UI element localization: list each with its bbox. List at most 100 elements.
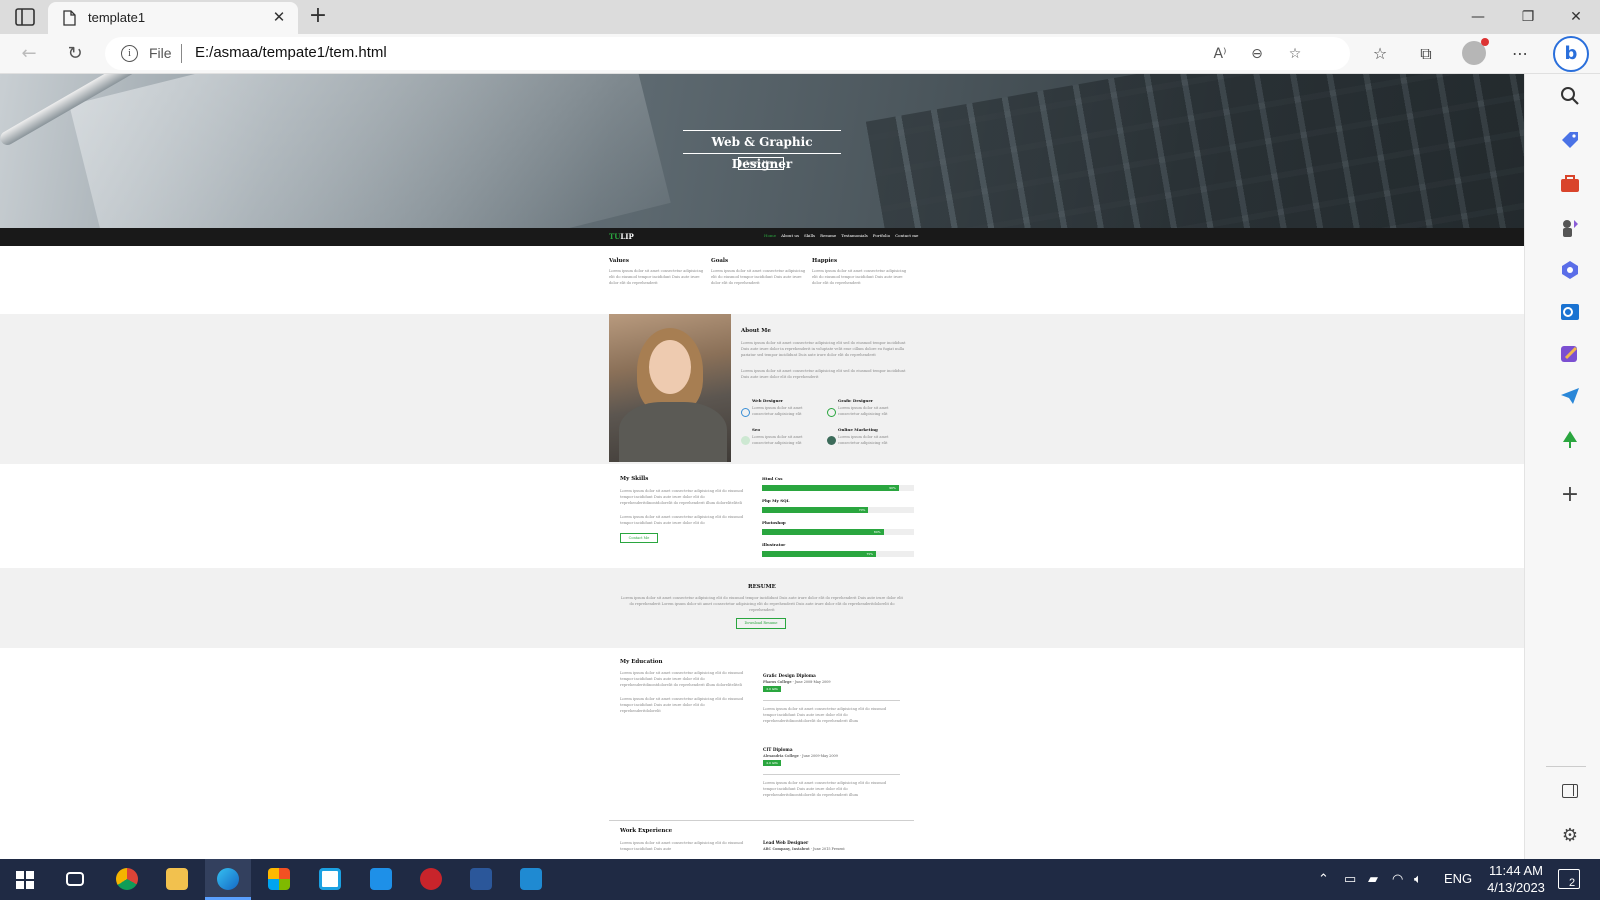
shopping-tag-icon[interactable] [1558, 128, 1582, 152]
add-favorite-icon[interactable]: ☆ [1285, 44, 1305, 64]
edu-item-2-badge: 4.0 GPA [763, 760, 781, 766]
battery-icon[interactable]: ▰ [1368, 871, 1378, 887]
browser-tab-active[interactable]: template1 ✕ [48, 2, 298, 34]
skill-label-photoshop: Photoshop [762, 520, 786, 525]
edu-item-1-divider [763, 700, 900, 701]
close-window-icon[interactable]: ✕ [1556, 4, 1596, 30]
contact-me-button[interactable]: Contact Me [620, 533, 658, 543]
values-text: Lorem ipsum dolor sit amet consectetur a… [609, 269, 704, 285]
restore-icon[interactable]: ❐ [1508, 4, 1548, 30]
skill-label-html: Html Css [762, 476, 783, 481]
skill-percent-photoshop: 80% [873, 530, 881, 534]
goals-title: Goals [711, 258, 729, 264]
seo-icon [741, 436, 750, 445]
vscode-app-icon[interactable] [508, 859, 554, 900]
nav-resume[interactable]: Resume [820, 233, 836, 238]
edu-item-2-meta: Alexandria College - June 2009-May 2009 [763, 754, 838, 758]
nav-portfolio[interactable]: Portfolio [873, 233, 890, 238]
work-title: Work Experience [620, 828, 673, 834]
education-paragraph-2: Lorem ipsum dolor sit amet consectetur a… [620, 697, 744, 713]
drop-send-icon[interactable] [1558, 384, 1582, 408]
minimize-icon[interactable]: — [1458, 4, 1498, 30]
designer-icon[interactable] [1558, 342, 1582, 366]
happies-text: Lorem ipsum dolor sit amet consectetur a… [812, 269, 907, 285]
nav-skills[interactable]: Skills [804, 233, 815, 238]
tools-briefcase-icon[interactable] [1558, 172, 1582, 196]
learn-more-button[interactable]: Learn More [738, 157, 784, 170]
file-explorer-icon[interactable] [154, 859, 200, 900]
language-indicator[interactable]: ENG [1444, 871, 1472, 886]
outlook-icon[interactable] [1558, 300, 1582, 324]
volume-icon[interactable]: 🔈︎ [1414, 871, 1422, 887]
service-seo-title: Seo [752, 427, 761, 432]
refresh-icon[interactable]: ↻ [62, 42, 88, 66]
meet-now-icon[interactable]: ▭ [1344, 871, 1356, 887]
remote-desktop-icon[interactable] [307, 859, 353, 900]
tab-title: template1 [88, 10, 146, 25]
hide-sidebar-icon[interactable] [1562, 784, 1578, 798]
service-graphic-text: Lorem ipsum dolor sit amet consectetur a… [838, 406, 889, 416]
service-marketing-text: Lorem ipsum dolor sit amet consectetur a… [838, 435, 889, 445]
nav-home[interactable]: Home [764, 233, 776, 238]
edge-app-icon[interactable] [205, 859, 251, 900]
new-tab-icon[interactable]: + [306, 5, 330, 29]
search-icon[interactable] [1558, 84, 1582, 108]
show-hidden-icons-icon[interactable]: ⌃ [1318, 871, 1329, 887]
bing-chat-icon[interactable]: b [1553, 36, 1589, 72]
back-icon[interactable]: ← [16, 42, 42, 66]
nav-contact[interactable]: Contact me [895, 233, 918, 238]
microsoft-365-icon[interactable] [1558, 258, 1582, 282]
windows-start-icon[interactable] [16, 871, 34, 889]
skill-bar-php: 70% [762, 507, 914, 513]
tab-actions-icon[interactable] [14, 7, 36, 27]
about-section: About Me Lorem ipsum dolor sit amet cons… [0, 314, 1524, 464]
skill-bar-html: 90% [762, 485, 914, 491]
sidebar-settings-icon[interactable]: ⚙ [1558, 824, 1582, 848]
service-marketing-title: Online Marketing [838, 427, 878, 432]
zoom-out-icon[interactable]: ⊖ [1247, 44, 1267, 64]
wifi-icon[interactable]: ◠ [1392, 871, 1403, 887]
tree-icon[interactable] [1558, 428, 1582, 452]
edu-item-1-badge: 4.0 GPA [763, 686, 781, 692]
edu-item-2-divider [763, 774, 900, 775]
skills-title: My Skills [620, 476, 649, 482]
favorites-icon[interactable]: ☆ [1368, 42, 1392, 66]
chrome-app-icon[interactable] [104, 859, 150, 900]
nav-testimonials[interactable]: Testamonials [841, 233, 868, 238]
skill-label-php: Php My SQL [762, 498, 790, 503]
info-icon[interactable]: i [121, 45, 138, 62]
section-divider [609, 820, 914, 821]
about-paragraph-2: Lorem ipsum dolor sit amet consectetur a… [741, 369, 906, 379]
nav-about[interactable]: About us [781, 233, 799, 238]
site-logo[interactable]: TULIP [609, 232, 634, 241]
skill-percent-illustrator: 75% [866, 552, 873, 556]
download-resume-button[interactable]: Download Resume [736, 618, 786, 629]
add-sidebar-app-icon[interactable]: + [1558, 484, 1582, 508]
games-icon[interactable] [1558, 216, 1582, 240]
page-icon [63, 10, 76, 26]
url-text[interactable]: E:/asmaa/tempate1/tem.html [195, 44, 387, 61]
resume-title: RESUME [748, 584, 776, 590]
read-aloud-icon[interactable]: A⁾ [1210, 44, 1230, 64]
antivirus-app-icon[interactable] [408, 859, 454, 900]
clock[interactable]: 11:44 AM 4/13/2023 [1476, 862, 1556, 896]
skills-section: My Skills Lorem ipsum dolor sit amet con… [0, 464, 1524, 568]
skill-fill-php: 70% [762, 507, 869, 513]
task-view-icon[interactable] [52, 859, 98, 900]
web-design-icon [741, 408, 750, 417]
edu-item-1-title: Grafic Design Diploma [763, 673, 816, 678]
close-tab-icon[interactable]: ✕ [270, 8, 288, 26]
address-bar[interactable]: i File E:/asmaa/tempate1/tem.html A⁾ ⊖ ☆ [105, 37, 1350, 70]
taskbar: ⌃ ▭ ▰ ◠ 🔈︎ ENG 11:44 AM 4/13/2023 2 [0, 859, 1600, 900]
more-options-icon[interactable]: ⋯ [1508, 42, 1532, 66]
graphic-design-icon [827, 408, 836, 417]
mail-icon[interactable] [358, 859, 404, 900]
word-app-icon[interactable] [458, 859, 504, 900]
clock-date: 4/13/2023 [1487, 880, 1545, 895]
work-item-company: ABC Company, Instabrot [763, 847, 810, 851]
collections-icon[interactable]: ⧉ [1414, 42, 1438, 66]
page-viewport: Web & Graphic Designer Learn More TULIP … [0, 74, 1524, 859]
profile-avatar[interactable] [1462, 38, 1489, 65]
microsoft-store-icon[interactable] [256, 859, 302, 900]
edu-item-2-school: Alexandria College [763, 754, 799, 758]
